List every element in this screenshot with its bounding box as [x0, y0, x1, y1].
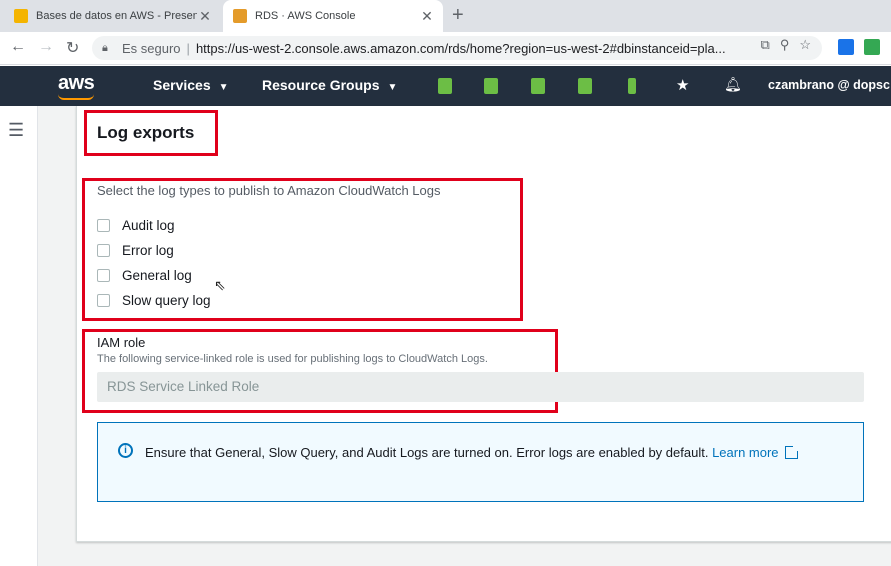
aws-top-nav: aws Services ▼ Resource Groups ▼ ★ 🔔︎ czam…	[0, 66, 891, 106]
aws-cube-icon	[233, 9, 247, 23]
info-icon: i	[118, 443, 133, 458]
bookmark-star-icon[interactable]: ☆	[799, 37, 811, 53]
learn-more-link[interactable]: Learn more	[712, 445, 778, 460]
resource-groups-label: Resource Groups	[262, 77, 380, 93]
url-separator: |	[186, 40, 190, 56]
checkbox-label: Audit log	[122, 218, 175, 233]
services-menu[interactable]: Services ▼	[153, 77, 229, 93]
service-shortcut-icon[interactable]	[578, 78, 592, 94]
external-link-icon[interactable]	[784, 445, 799, 459]
resource-groups-menu[interactable]: Resource Groups ▼	[262, 77, 397, 93]
tab-title: RDS · AWS Console	[255, 10, 356, 22]
checkbox[interactable]	[97, 294, 110, 307]
checkbox-error-log[interactable]: Error log	[97, 243, 174, 258]
log-types-description: Select the log types to publish to Amazo…	[97, 183, 441, 198]
chevron-down-icon: ▼	[218, 82, 229, 93]
log-exports-panel: Log exports Select the log types to publ…	[76, 106, 891, 542]
info-alert: i Ensure that General, Slow Query, and A…	[97, 422, 864, 502]
mouse-cursor-icon: ⇖	[214, 277, 226, 293]
checkbox-general-log[interactable]: General log	[97, 268, 192, 283]
new-tab-button[interactable]: +	[452, 4, 464, 27]
services-label: Services	[153, 77, 211, 93]
extension-icon[interactable]	[838, 39, 854, 55]
secure-label: Es seguro	[122, 40, 181, 56]
service-shortcut-icon[interactable]	[531, 78, 545, 94]
iam-role-description: The following service-linked role is use…	[97, 353, 488, 365]
back-icon[interactable]: ←	[10, 38, 26, 56]
slides-icon	[14, 9, 28, 23]
service-shortcut-icon[interactable]	[628, 78, 636, 94]
left-sidebar: ☰	[0, 106, 38, 566]
aws-smile-icon	[58, 94, 94, 100]
checkbox[interactable]	[97, 219, 110, 232]
main-content: Log exports Select the log types to publ…	[38, 106, 891, 566]
info-message: Ensure that General, Slow Query, and Aud…	[145, 442, 845, 463]
translate-icon[interactable]: ⧉	[761, 37, 770, 53]
address-bar: ← → ↻ 🔒︎ Es seguro | https://us-west-2.c…	[0, 32, 891, 65]
lock-icon: 🔒︎	[102, 42, 108, 54]
info-text: Ensure that General, Slow Query, and Aud…	[145, 445, 709, 460]
checkbox-label: Error log	[122, 243, 174, 258]
user-menu[interactable]: czambrano @ dopsc	[768, 78, 890, 92]
close-tab-icon[interactable]: ✕	[197, 8, 213, 25]
forward-icon[interactable]: →	[38, 38, 54, 56]
checkbox-label: General log	[122, 268, 192, 283]
checkbox[interactable]	[97, 269, 110, 282]
extension-icon[interactable]	[864, 39, 880, 55]
service-shortcut-icon[interactable]	[484, 78, 498, 94]
zoom-icon[interactable]: ⚲	[780, 37, 790, 53]
checkbox-slow-query-log[interactable]: Slow query log	[97, 293, 211, 308]
checkbox[interactable]	[97, 244, 110, 257]
bell-icon[interactable]: 🔔︎	[724, 76, 742, 93]
url-input[interactable]: 🔒︎ Es seguro | https://us-west-2.console…	[92, 36, 822, 60]
iam-role-field: RDS Service Linked Role	[97, 372, 864, 402]
iam-role-label: IAM role	[97, 335, 146, 350]
aws-logo[interactable]: aws	[58, 72, 95, 95]
tab-presentation[interactable]: Bases de datos en AWS - Presentació ✕	[6, 0, 221, 32]
close-tab-icon[interactable]: ✕	[419, 8, 435, 25]
pin-icon[interactable]: ★	[676, 76, 689, 94]
browser-tab-bar: Bases de datos en AWS - Presentació ✕ RD…	[0, 0, 891, 32]
reload-icon[interactable]: ↻	[66, 38, 79, 58]
hamburger-menu-icon[interactable]: ☰	[8, 120, 24, 141]
chevron-down-icon: ▼	[387, 82, 398, 93]
url-text: https://us-west-2.console.aws.amazon.com…	[195, 40, 726, 56]
checkbox-audit-log[interactable]: Audit log	[97, 218, 175, 233]
tab-title: Bases de datos en AWS - Presentació	[36, 10, 197, 22]
checkbox-label: Slow query log	[122, 293, 211, 308]
tab-rds-console[interactable]: RDS · AWS Console ✕	[223, 0, 443, 32]
service-shortcut-icon[interactable]	[438, 78, 452, 94]
section-title: Log exports	[97, 123, 195, 142]
